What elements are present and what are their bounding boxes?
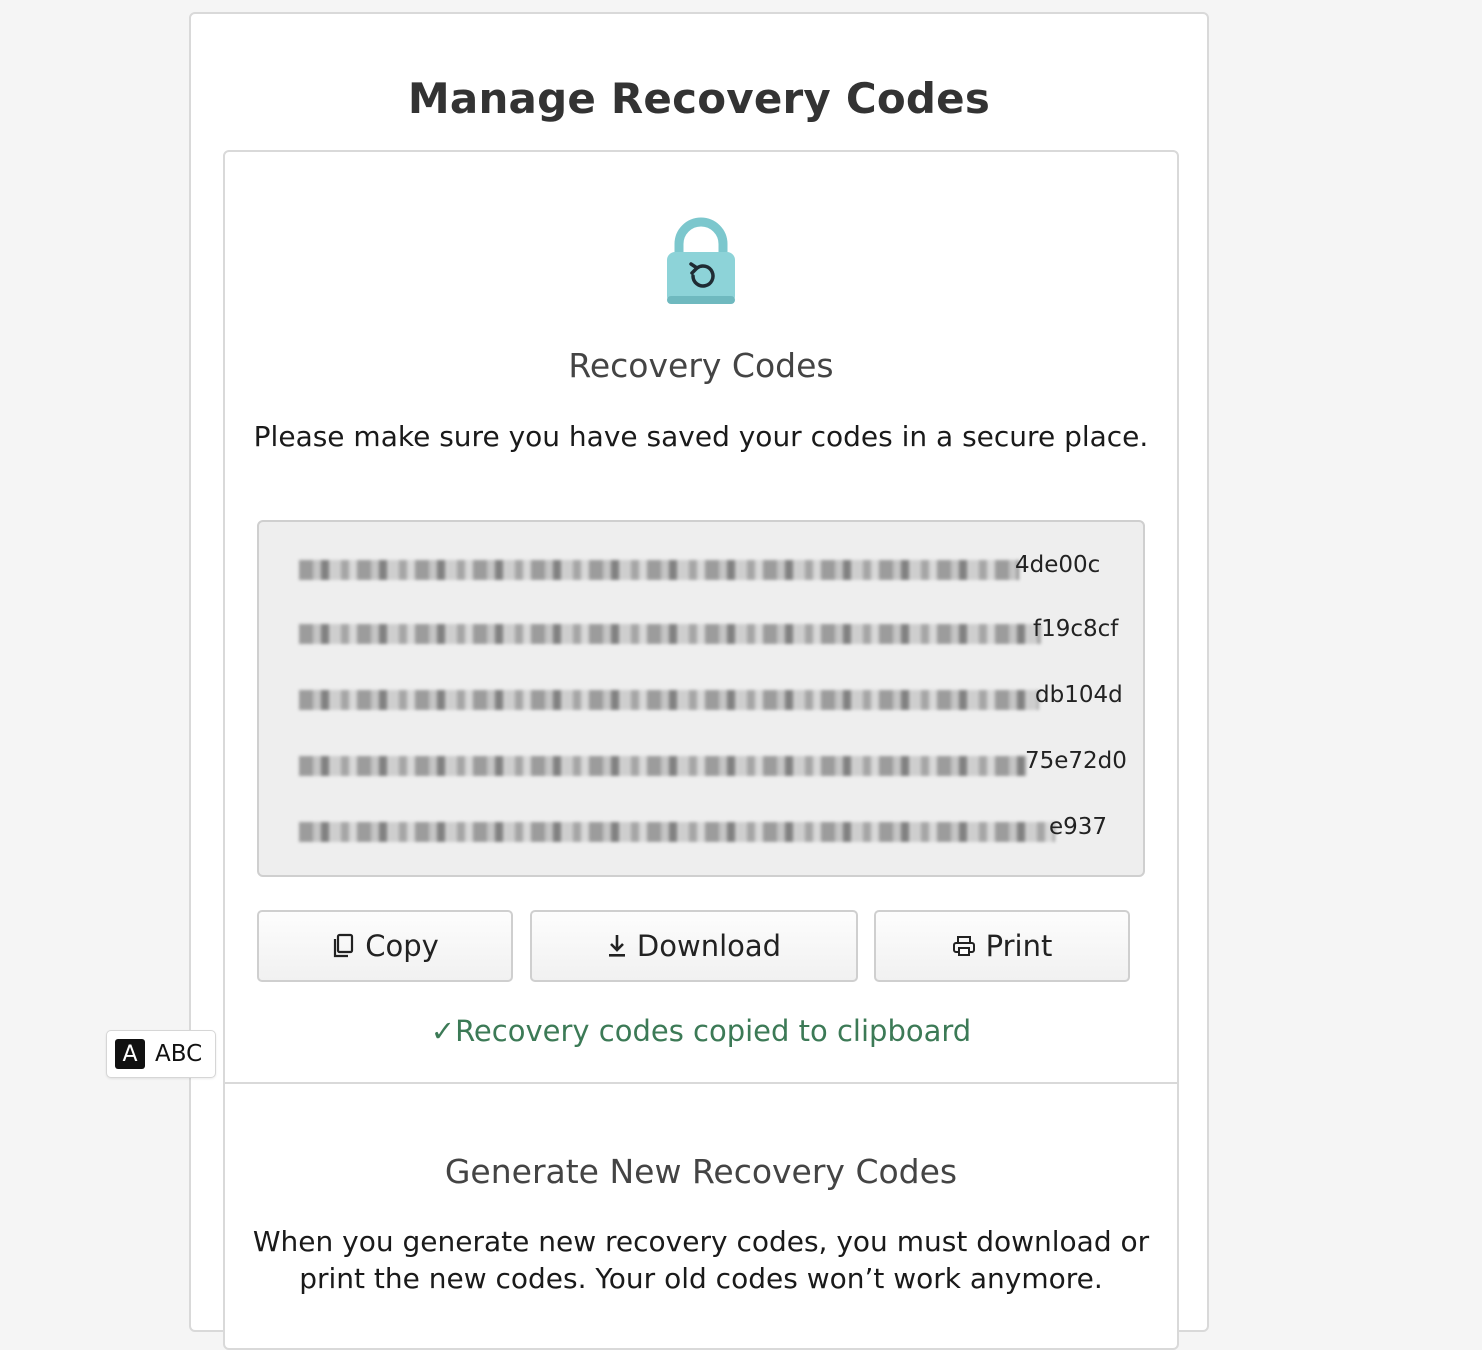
download-button-label: Download — [636, 929, 782, 963]
redacted-code — [299, 690, 1039, 710]
recovery-codes-list: 4de00c f19c8cf db104d 75e72d0 e937 — [257, 520, 1145, 877]
redacted-code — [299, 624, 1041, 644]
print-button-label: Print — [985, 929, 1053, 963]
download-icon — [608, 935, 625, 957]
recovery-code-suffix: 75e72d0 — [1025, 748, 1127, 774]
save-codes-instruction: Please make sure you have saved your cod… — [253, 420, 1149, 453]
copied-status-message: ✓Recovery codes copied to clipboard — [430, 1014, 972, 1048]
generate-codes-warning-line-2: print the new codes. Your old codes won’… — [299, 1262, 1103, 1295]
recovery-code-row: db104d — [289, 680, 1123, 720]
generate-codes-warning-line-1: When you generate new recovery codes, yo… — [252, 1225, 1150, 1258]
recovery-codes-heading: Recovery Codes — [568, 346, 834, 385]
input-source-label: ABC — [155, 1041, 203, 1067]
input-source-indicator: A ABC — [106, 1030, 216, 1078]
lock-reset-icon — [667, 217, 735, 304]
section-divider — [225, 1082, 1177, 1084]
recovery-code-row: f19c8cf — [289, 614, 1119, 654]
redacted-code — [299, 756, 1027, 776]
copy-icon — [334, 933, 354, 958]
input-source-key: A — [115, 1039, 145, 1069]
page-title: Manage Recovery Codes — [407, 74, 991, 123]
recovery-codes-panel: Recovery Codes Please make sure you have… — [223, 150, 1179, 1350]
print-button[interactable]: Print — [874, 910, 1130, 982]
redacted-code — [299, 822, 1055, 842]
recovery-code-suffix: 4de00c — [1015, 552, 1101, 578]
redacted-code — [299, 560, 1019, 580]
recovery-code-row: 4de00c — [289, 550, 1119, 590]
generate-codes-heading: Generate New Recovery Codes — [444, 1152, 958, 1191]
recovery-code-row: 75e72d0 — [289, 746, 1127, 786]
printer-icon — [952, 936, 975, 956]
download-button[interactable]: Download — [530, 910, 858, 982]
recovery-code-row: e937 — [289, 812, 1119, 852]
copy-button[interactable]: Copy — [257, 910, 513, 982]
recovery-code-suffix: f19c8cf — [1033, 616, 1119, 642]
recovery-code-suffix: e937 — [1049, 814, 1108, 840]
copy-button-label: Copy — [365, 929, 439, 963]
manage-recovery-codes-card: Manage Recovery Codes Recovery Codes Ple… — [189, 12, 1209, 1350]
recovery-code-suffix: db104d — [1035, 682, 1123, 708]
